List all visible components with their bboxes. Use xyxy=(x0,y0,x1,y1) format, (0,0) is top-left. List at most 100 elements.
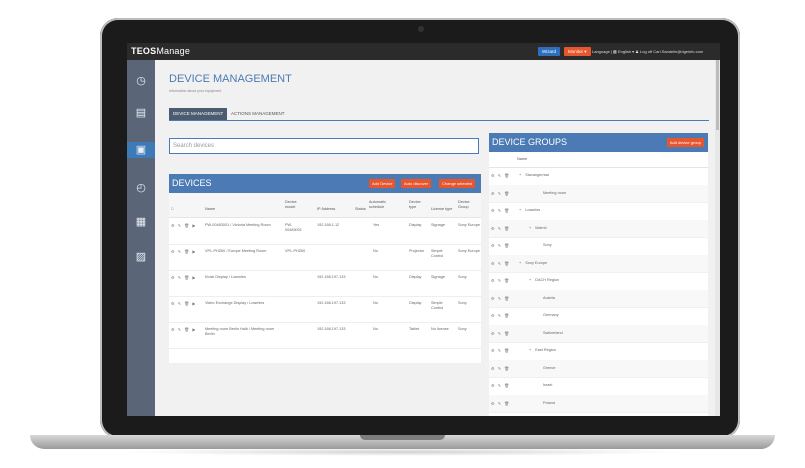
select-all-checkbox[interactable]: □ xyxy=(171,207,173,212)
group-actions-icon[interactable]: ⚙ ✎ 🗑 xyxy=(491,348,510,353)
group-name[interactable]: + East Region xyxy=(529,348,556,352)
group-row[interactable]: ⚙ ✎ 🗑 Switzerland xyxy=(489,324,708,343)
schedule-icon[interactable]: ◴ xyxy=(133,180,149,196)
col-status[interactable]: Status xyxy=(355,207,366,212)
group-actions-icon[interactable]: ⚙ ✎ 🗑 xyxy=(491,296,510,301)
table-row[interactable]: ⚙ ✎ 🗑 ▶ Kiosk Display / Lowmles 192.168.19… xyxy=(169,270,481,297)
group-actions-icon[interactable]: ⚙ ✎ 🗑 xyxy=(491,243,510,248)
group-actions-icon[interactable]: ⚙ ✎ 🗑 xyxy=(491,366,510,371)
group-name[interactable]: + Stavanger/aar xyxy=(519,173,549,177)
user-links[interactable]: Language | ▩ English ▾ ♟ Log off Carl.Sa… xyxy=(592,49,703,54)
table-row[interactable]: ⚙ ✎ 🗑 ▶ VPL-PHZ60 / Europe Meeting Room VP… xyxy=(169,244,481,271)
wizard-button[interactable]: Wizard xyxy=(538,47,561,56)
devices-icon[interactable]: ▣ xyxy=(127,142,155,158)
group-actions-icon[interactable]: ⚙ ✎ 🗑 xyxy=(491,226,510,231)
group-name[interactable]: + Sony Europe xyxy=(519,261,547,265)
reports-icon[interactable]: ▤ xyxy=(133,105,149,121)
group-row[interactable]: ⚙ ✎ 🗑 + Sony Europe xyxy=(489,254,708,273)
expand-icon[interactable]: + xyxy=(519,261,521,265)
group-name[interactable]: Meeting room xyxy=(539,191,566,195)
row-actions-icon[interactable]: ⚙ ✎ 🗑 ▶ xyxy=(171,223,196,228)
group-actions-icon[interactable]: ⚙ ✎ 🗑 xyxy=(491,278,510,283)
devices-table-header: □ Name Device model IP Address Status Au… xyxy=(169,193,481,218)
group-name[interactable]: + DACH Region xyxy=(529,278,559,282)
group-row[interactable]: ⚙ ✎ 🗑 Sony xyxy=(489,237,708,256)
group-name[interactable]: Austria xyxy=(539,296,555,300)
col-type[interactable]: Device type xyxy=(409,200,427,210)
col-auto-schedule[interactable]: Automatic schedule xyxy=(369,200,393,210)
top-bar: TEOSManage Wizard Monitor ▾ Language | ▩… xyxy=(127,43,720,60)
media-icon[interactable]: ▨ xyxy=(133,249,149,265)
tab-device-management[interactable]: DEVICE MANAGEMENT xyxy=(169,108,228,120)
group-row[interactable]: ⚙ ✎ 🗑 Poland xyxy=(489,394,708,413)
device-license: Signage xyxy=(431,223,445,227)
change-selected-button[interactable]: Change selected xyxy=(439,179,476,188)
group-name[interactable]: Israel xyxy=(539,383,552,387)
group-name[interactable]: Poland xyxy=(539,401,555,405)
table-row[interactable]: ⚙ ✎ 🗑 ▶ PW-00483001 / Victoria Meeting Ro… xyxy=(169,218,481,245)
group-row[interactable]: ⚙ ✎ 🗑 + Malmö xyxy=(489,219,708,238)
device-auto-schedule: No xyxy=(373,301,378,305)
search-input[interactable]: Search devices xyxy=(169,138,479,154)
monitor-button[interactable]: Monitor ▾ xyxy=(564,47,591,56)
group-row[interactable]: ⚙ ✎ 🗑 + DACH Region xyxy=(489,272,708,291)
group-actions-icon[interactable]: ⚙ ✎ 🗑 xyxy=(491,401,510,406)
col-license[interactable]: License type xyxy=(431,207,452,212)
device-license: Simple Control xyxy=(431,249,444,258)
content-icon[interactable]: ▦ xyxy=(133,214,149,230)
group-name[interactable]: Sony xyxy=(539,243,552,247)
group-actions-icon[interactable]: ⚙ ✎ 🗑 xyxy=(491,383,510,388)
group-label: Sony xyxy=(543,243,552,247)
group-actions-icon[interactable]: ⚙ ✎ 🗑 xyxy=(491,173,510,178)
device-name: Video Exchange Display / Lowmles xyxy=(205,301,265,305)
device-group: Sony xyxy=(458,327,467,331)
group-name[interactable]: Germany xyxy=(539,313,559,317)
group-row[interactable]: ⚙ ✎ 🗑 Germany xyxy=(489,307,708,326)
group-name[interactable]: Switzerland xyxy=(539,331,563,335)
expand-icon[interactable]: + xyxy=(529,278,531,282)
table-row[interactable]: ⚙ ✎ 🗑 ▶ Meeting room Berlin Halb / Meetin… xyxy=(169,322,481,349)
expand-icon[interactable]: + xyxy=(519,173,521,177)
group-name[interactable]: Greece xyxy=(539,366,555,370)
col-ip[interactable]: IP Address xyxy=(317,207,335,212)
group-row[interactable]: ⚙ ✎ 🗑 Austria xyxy=(489,289,708,308)
expand-icon[interactable]: + xyxy=(529,226,531,230)
group-row[interactable]: ⚙ ✎ 🗑 + Lowmles xyxy=(489,202,708,221)
group-actions-icon[interactable]: ⚙ ✎ 🗑 xyxy=(491,208,510,213)
brand-logo[interactable]: TEOSManage xyxy=(131,46,190,56)
groups-table-header: Name xyxy=(489,152,708,168)
group-label: Meeting room xyxy=(543,190,567,195)
group-row[interactable]: ⚙ ✎ 🗑 Greece xyxy=(489,359,708,378)
scrollbar-thumb[interactable] xyxy=(716,60,719,130)
group-row[interactable]: ⚙ ✎ 🗑 Meeting room xyxy=(489,184,708,203)
group-actions-icon[interactable]: ⚙ ✎ 🗑 xyxy=(491,331,510,336)
device-name: Meeting room Berlin Halb / Meeting room … xyxy=(205,327,275,336)
row-actions-icon[interactable]: ⚙ ✎ 🗑 ▶ xyxy=(171,301,196,306)
expand-icon[interactable]: + xyxy=(519,208,521,212)
group-label: Israel xyxy=(543,383,553,387)
add-device-group-button[interactable]: Add device group xyxy=(666,138,704,147)
auto-discover-button[interactable]: Auto discover xyxy=(401,179,432,188)
dashboard-icon[interactable]: ◷ xyxy=(133,73,149,89)
group-row[interactable]: ⚙ ✎ 🗑 Israel xyxy=(489,377,708,396)
col-group-name[interactable]: Name xyxy=(517,157,527,162)
row-actions-icon[interactable]: ⚙ ✎ 🗑 ▶ xyxy=(171,275,196,280)
tab-actions-management[interactable]: ACTIONS MANAGEMENT xyxy=(227,108,289,120)
devices-table: □ Name Device model IP Address Status Au… xyxy=(169,193,481,363)
group-actions-icon[interactable]: ⚙ ✎ 🗑 xyxy=(491,261,510,266)
group-row[interactable]: ⚙ ✎ 🗑 + East Region xyxy=(489,342,708,361)
group-name[interactable]: + Lowmles xyxy=(519,208,540,212)
col-group[interactable]: Device Group xyxy=(458,200,478,210)
row-actions-icon[interactable]: ⚙ ✎ 🗑 ▶ xyxy=(171,249,196,254)
row-actions-icon[interactable]: ⚙ ✎ 🗑 ▶ xyxy=(171,327,196,332)
col-model[interactable]: Device model xyxy=(285,200,305,210)
group-actions-icon[interactable]: ⚙ ✎ 🗑 xyxy=(491,191,510,196)
group-actions-icon[interactable]: ⚙ ✎ 🗑 xyxy=(491,313,510,318)
group-row[interactable]: ⚙ ✎ 🗑 + Stavanger/aar xyxy=(489,167,708,186)
group-name[interactable]: + Malmö xyxy=(529,226,547,230)
expand-icon[interactable]: + xyxy=(529,348,531,352)
table-row[interactable]: ⚙ ✎ 🗑 ▶ Video Exchange Display / Lowmles 1… xyxy=(169,296,481,323)
group-label: DACH Region xyxy=(535,278,560,282)
col-name[interactable]: Name xyxy=(205,207,215,212)
add-device-button[interactable]: Add Device xyxy=(369,179,396,188)
